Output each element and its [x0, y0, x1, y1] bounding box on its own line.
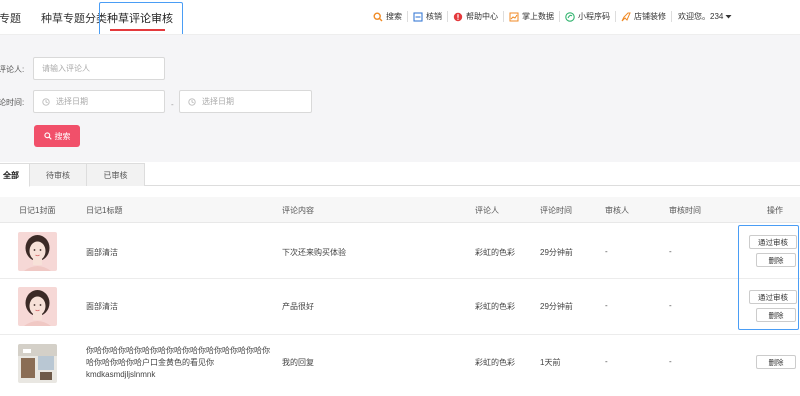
- comment-time: 29分钟前: [540, 248, 573, 257]
- toolbar-data-label: 掌上数据: [522, 12, 554, 21]
- auditor-name: -: [605, 357, 608, 366]
- caret-down-icon: [725, 15, 732, 19]
- search-icon: [373, 11, 383, 21]
- comment-time: 1天前: [540, 358, 561, 367]
- tab-topic-categories[interactable]: 种草专题分类: [41, 10, 107, 26]
- comment-time: 29分钟前: [540, 302, 573, 311]
- status-tabs: 待审核 已审核 全部: [0, 162, 800, 187]
- toolbar-search-label: 搜索: [386, 12, 402, 21]
- diary-title: 面部清洁: [86, 302, 118, 311]
- header-actions: 操作: [767, 206, 783, 215]
- tab-pending[interactable]: 待审核: [29, 163, 87, 186]
- search-button-label: 搜索: [54, 131, 71, 141]
- audit-time: -: [669, 301, 672, 310]
- cover-thumbnail[interactable]: [18, 232, 57, 271]
- cover-thumbnail[interactable]: [18, 287, 57, 326]
- cover-thumbnail[interactable]: [18, 344, 57, 383]
- diary-title: 你哈你哈你哈你哈你哈你哈你哈你哈你哈你哈你哈你哈你哈你哈你哈户口金黄色的看见你k…: [86, 346, 270, 379]
- toolbar-help-label: 帮助中心: [466, 12, 498, 21]
- comment-content: 我的回复: [282, 358, 314, 367]
- clock-icon: [188, 97, 196, 106]
- header-title: 日记1标题: [86, 206, 123, 215]
- tab-all[interactable]: 全部: [0, 163, 30, 187]
- end-date-placeholder: 选择日期: [202, 97, 234, 106]
- reviewer-name: 彩虹的色彩: [475, 248, 515, 257]
- header-reviewer: 评论人: [475, 206, 499, 215]
- end-date-input[interactable]: 选择日期: [179, 90, 312, 113]
- scan-icon: [413, 11, 423, 22]
- clock-icon: [42, 97, 50, 106]
- header-audit-time: 审核时间: [669, 206, 701, 215]
- reviewer-placeholder: 请输入评论人: [42, 64, 90, 73]
- toolbar: 搜索 核销 帮助中心 掌上数据 小程序码 店铺装修 欢迎您。234: [368, 11, 740, 22]
- auditor-name: -: [605, 301, 608, 310]
- search-button[interactable]: 搜索: [34, 125, 80, 147]
- toolbar-search[interactable]: 搜索: [368, 11, 407, 22]
- toolbar-data[interactable]: 掌上数据: [503, 11, 559, 22]
- date-range-separator: -: [171, 100, 174, 109]
- actions-highlight: [738, 225, 799, 330]
- toolbar-verify-label: 核销: [426, 12, 442, 21]
- time-label: 论时间:: [0, 98, 25, 107]
- audit-time: -: [669, 247, 672, 256]
- brush-icon: [621, 12, 631, 21]
- table-row: 面部清洁 下次还来购买体验 彩虹的色彩 29分钟前 - - 通过审核 删除: [0, 224, 800, 279]
- toolbar-decoration-label: 店铺装修: [634, 12, 666, 21]
- miniprogram-icon: [565, 11, 575, 22]
- reviewer-label: 评论人:: [0, 65, 25, 74]
- table-row: 面部清洁 产品很好 彩虹的色彩 29分钟前 - - 通过审核 删除: [0, 279, 800, 335]
- toolbar-miniprogram[interactable]: 小程序码: [559, 11, 615, 22]
- start-date-input[interactable]: 选择日期: [33, 90, 165, 113]
- top-navigation: 草专题 种草专题分类 种草评论审核 搜索 核销 帮助中心 掌上数据 小程序码 店…: [0, 0, 800, 38]
- comment-content: 产品很好: [282, 302, 314, 311]
- active-tab-highlight: [99, 2, 183, 38]
- tab-reviewed[interactable]: 已审核: [86, 163, 145, 186]
- search-icon: [43, 132, 52, 140]
- toolbar-help[interactable]: 帮助中心: [447, 11, 503, 22]
- chart-icon: [509, 12, 519, 21]
- comment-content: 下次还来购买体验: [282, 248, 346, 257]
- reviewer-name: 彩虹的色彩: [475, 302, 515, 311]
- delete-button[interactable]: 删除: [756, 355, 796, 369]
- toolbar-decoration[interactable]: 店铺装修: [615, 11, 671, 22]
- start-date-placeholder: 选择日期: [56, 97, 88, 106]
- tab-topics[interactable]: 草专题: [0, 10, 21, 26]
- auditor-name: -: [605, 247, 608, 256]
- table-header: 日记1封面 日记1标题 评论内容 评论人 评论时间 审核人 审核时间 操作: [0, 197, 800, 223]
- toolbar-miniprogram-label: 小程序码: [578, 12, 610, 21]
- user-greeting: 欢迎您。234: [678, 12, 724, 21]
- user-menu[interactable]: 欢迎您。234: [671, 11, 740, 22]
- header-comment-time: 评论时间: [540, 206, 572, 215]
- header-comment: 评论内容: [282, 206, 314, 215]
- audit-time: -: [669, 357, 672, 366]
- header-auditor: 审核人: [605, 206, 629, 215]
- table-row: 你哈你哈你哈你哈你哈你哈你哈你哈你哈你哈你哈你哈你哈你哈你哈户口金黄色的看见你k…: [0, 335, 800, 396]
- header-cover: 日记1封面: [19, 206, 56, 215]
- toolbar-verify[interactable]: 核销: [407, 11, 447, 22]
- diary-title: 面部清洁: [86, 248, 118, 257]
- reviewer-input[interactable]: 请输入评论人: [33, 57, 165, 80]
- reviewer-name: 彩虹的色彩: [475, 358, 515, 367]
- help-icon: [453, 12, 463, 21]
